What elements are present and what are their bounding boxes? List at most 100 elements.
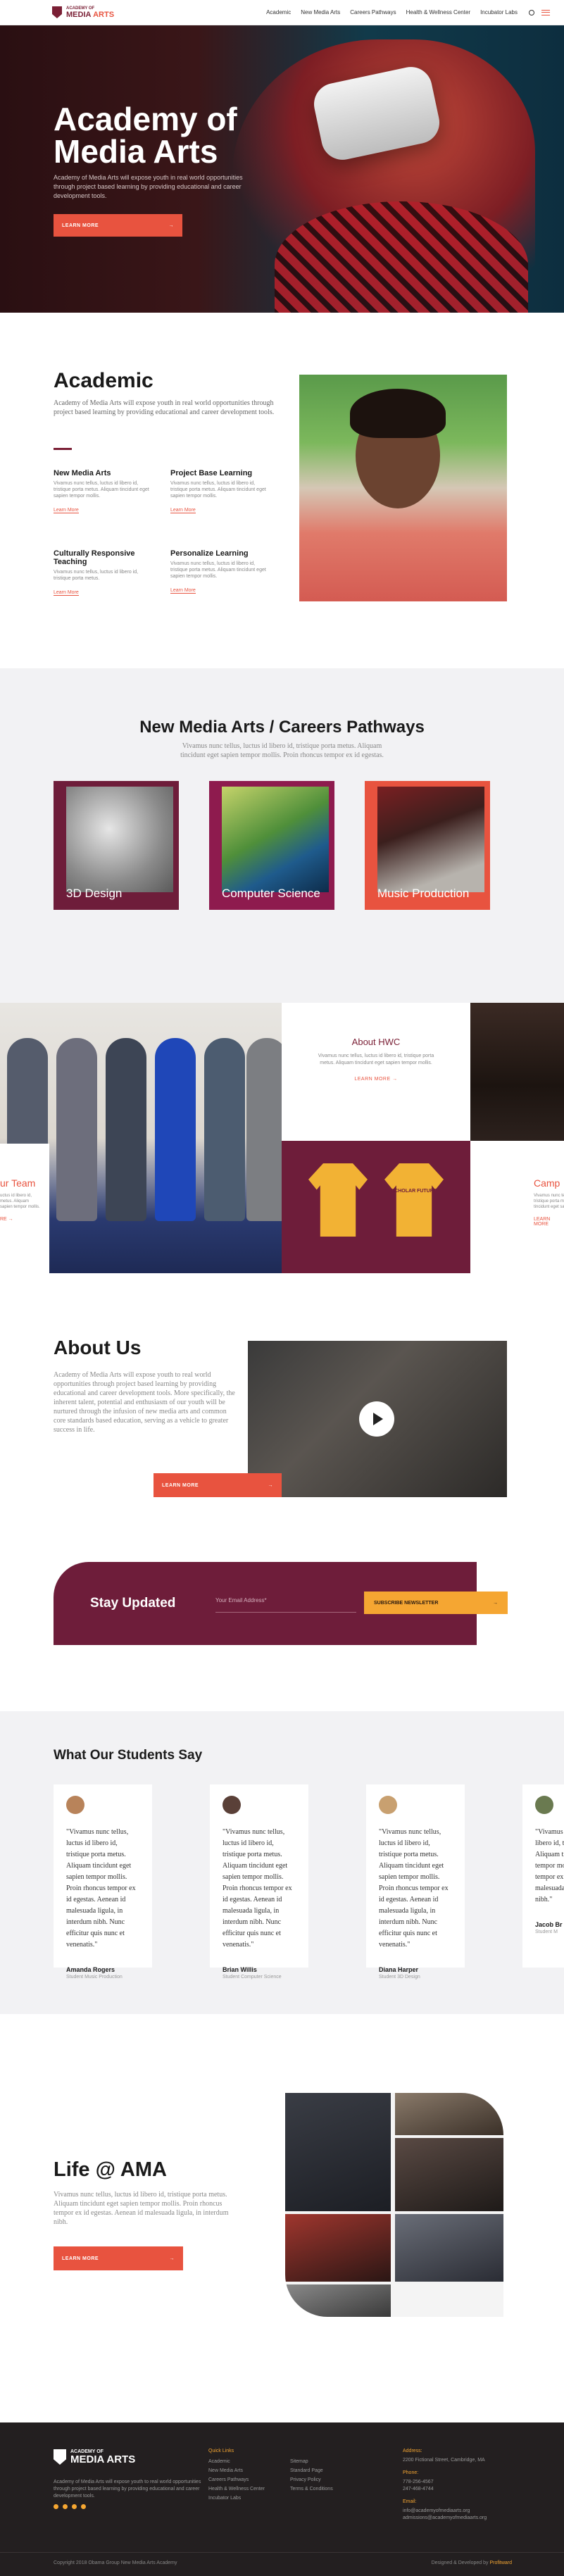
footer-phone[interactable]: 778-256-4567 247-468-4744 (403, 2479, 515, 2493)
feature-learn-more-link[interactable]: Learn More (54, 590, 79, 596)
feature-learn-more-link[interactable]: Learn More (170, 588, 196, 594)
hero-learn-more-button[interactable]: LEARN MORE → (54, 214, 182, 237)
life-learn-more-button[interactable]: LEARN MORE → (54, 2246, 183, 2270)
pinterest-icon[interactable] (81, 2504, 86, 2509)
pathway-card-music-production[interactable]: Music Production (365, 781, 490, 910)
pathway-label: 3D Design (66, 887, 123, 900)
hero-section: Academy of Media Arts Academy of Media Ar… (0, 25, 564, 313)
camp-card: Camp Vivamus nunc tellu tristique porta … (470, 1141, 564, 1273)
camp-learn-more-link[interactable]: LEARN MORE (534, 1217, 564, 1227)
site-logo[interactable]: ACADEMY OF MEDIA ARTS (52, 6, 114, 19)
pathway-card-3d-design[interactable]: 3D Design (54, 781, 179, 910)
pathway-image (222, 787, 329, 892)
top-nav: ACADEMY OF MEDIA ARTS Academic New Media… (0, 0, 564, 25)
instagram-icon[interactable] (72, 2504, 77, 2509)
gallery-photo[interactable] (285, 2214, 391, 2282)
social-links (54, 2504, 86, 2509)
about-text: Academy of Media Arts will expose youth … (54, 1371, 235, 1434)
nav-link-incubator-labs[interactable]: Incubator Labs (480, 9, 518, 15)
arrow-right-icon: → (168, 223, 174, 228)
credit-text: Designed & Developed by Profitward (431, 2561, 512, 2565)
hamburger-menu-icon[interactable] (541, 9, 550, 15)
gallery-photo[interactable] (285, 2284, 391, 2317)
pathway-label: Music Production (377, 887, 470, 900)
footer-logo[interactable]: ACADEMY OF MEDIA ARTS (54, 2449, 135, 2465)
logo-main: MEDIA ARTS (66, 10, 115, 19)
photo-hair (350, 389, 446, 438)
credit-link[interactable]: Profitward (489, 2561, 512, 2565)
nav-icons (529, 9, 550, 15)
academic-student-photo (299, 375, 507, 601)
footer-link[interactable]: Terms & Conditions (290, 2484, 333, 2494)
newsletter-title: Stay Updated (90, 1596, 176, 1611)
avatar (379, 1796, 397, 1814)
play-icon[interactable] (359, 1401, 394, 1437)
about-learn-more-button[interactable]: LEARN MORE → (153, 1473, 282, 1497)
accent-divider (54, 448, 72, 450)
avatar (535, 1796, 553, 1814)
pathway-card-computer-science[interactable]: Computer Science (209, 781, 334, 910)
about-video[interactable] (248, 1341, 507, 1497)
feature-title: Personalize Learning (170, 549, 249, 558)
gallery-photo[interactable] (395, 2214, 503, 2282)
about-hwc-card: About HWC Vivamus nunc tellus, luctus id… (282, 1003, 470, 1141)
testimonial-role: Student M (535, 1930, 558, 1934)
testimonial-card: "Vivamus nunc tellus, luctus id libero i… (366, 1784, 465, 1980)
pathways-title: New Media Arts / Careers Pathways (139, 718, 425, 737)
footer-secondary-links: Sitemap Standard Page Privacy Policy Ter… (290, 2457, 333, 2494)
testimonial-card: "Vivamus nunc tellus, luctus id libero i… (54, 1784, 152, 1980)
arrow-right-icon: → (493, 1600, 498, 1606)
pathways-subtitle: Vivamus nunc tellus, luctus id libero id… (180, 742, 384, 759)
footer-link[interactable]: Careers Pathways (208, 2475, 265, 2484)
feature-project-base-learning: Project Base Learning Vivamus nunc tellu… (170, 469, 269, 515)
footer-link[interactable]: New Media Arts (208, 2466, 265, 2475)
footer-link[interactable]: Privacy Policy (290, 2475, 333, 2484)
facebook-icon[interactable] (54, 2504, 58, 2509)
nav-link-new-media-arts[interactable]: New Media Arts (301, 9, 340, 15)
testimonials-title: What Our Students Say (54, 1748, 203, 1763)
footer-link[interactable]: Incubator Labs (208, 2494, 265, 2503)
footer-link[interactable]: Sitemap (290, 2457, 333, 2466)
main-menu: Academic New Media Arts Careers Pathways… (266, 9, 518, 15)
gallery-photo[interactable] (395, 2138, 503, 2211)
pathway-image (377, 787, 484, 892)
footer-description: Academy of Media Arts will expose youth … (54, 2480, 201, 2499)
tshirt-image (308, 1163, 368, 1237)
nav-link-academic[interactable]: Academic (266, 9, 291, 15)
gallery-photo[interactable] (395, 2093, 503, 2135)
our-team-link[interactable]: RE → (0, 1217, 13, 1222)
email-field[interactable]: Your Email Address* (215, 1593, 356, 1613)
search-icon[interactable] (529, 9, 534, 15)
footer-link[interactable]: Academic (208, 2457, 265, 2466)
testimonial-role: Student 3D Design (379, 1975, 420, 1980)
academic-section: Academic Academy of Media Arts will expo… (0, 313, 564, 668)
feature-title: Culturally Responsive Teaching (54, 549, 135, 566)
nav-link-health-wellness[interactable]: Health & Wellness Center (406, 9, 470, 15)
subscribe-newsletter-button[interactable]: SUBSCRIBE NEWSLETTER → (364, 1592, 508, 1614)
footer-link[interactable]: Standard Page (290, 2466, 333, 2475)
hwc-learn-more-link[interactable]: LEARN MORE → (354, 1077, 397, 1082)
twitter-icon[interactable] (63, 2504, 68, 2509)
avatar (66, 1796, 84, 1814)
feature-learn-more-link[interactable]: Learn More (54, 508, 79, 513)
life-text: Vivamus nunc tellus, luctus id libero id… (54, 2191, 229, 2226)
feature-text: Vivamus nunc tellus, luctus id libero id… (170, 481, 266, 499)
footer-link[interactable]: Health & Wellness Center (208, 2484, 265, 2494)
footer-logo-main: MEDIA ARTS (70, 2453, 136, 2465)
our-team-text: uctus id libero id, metus. Aliquam sapie… (0, 1194, 40, 1209)
footer-address: 2200 Fictional Street, Cambridge, MA (403, 2458, 485, 2463)
gallery-photo[interactable] (285, 2093, 391, 2211)
feature-personalize-learning: Personalize Learning Vivamus nunc tellus… (170, 549, 269, 595)
about-us-section: About Us Academy of Media Arts will expo… (0, 1273, 564, 1562)
footer-email[interactable]: info@academyofmediaarts.org admissions@a… (403, 2508, 515, 2522)
arrow-right-icon: → (169, 2256, 175, 2261)
about-strip: ur Team uctus id libero id, metus. Aliqu… (0, 1003, 564, 1273)
feature-learn-more-link[interactable]: Learn More (170, 508, 196, 513)
footer-quick-links: Quick Links Academic New Media Arts Care… (208, 2446, 265, 2503)
footer-column-title: Phone: (403, 2470, 419, 2475)
testimonial-role: Student Computer Science (223, 1975, 282, 1980)
camp-title: Camp (534, 1177, 560, 1189)
tshirt-image (384, 1163, 444, 1237)
nav-link-careers-pathways[interactable]: Careers Pathways (350, 9, 396, 15)
testimonial-quote: "Vivamus nunc tellus, luctus id libero i… (66, 1828, 136, 1949)
